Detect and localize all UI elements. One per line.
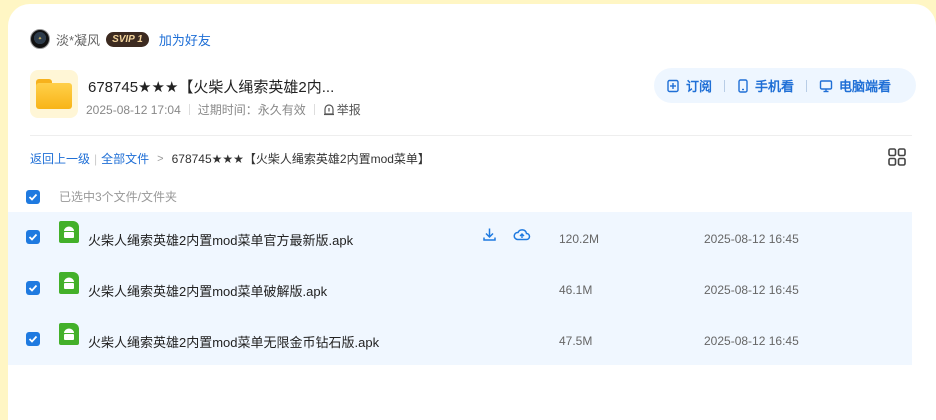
share-title: 678745★★★【火柴人绳索英雄2内...: [88, 79, 335, 96]
pc-view-label: 电脑端看: [839, 79, 892, 94]
file-name[interactable]: 火柴人绳索英雄2内置mod菜单官方最新版.apk: [88, 230, 353, 249]
report-button[interactable]: 举报: [323, 101, 361, 118]
cloud-save-icon[interactable]: [513, 227, 531, 242]
row-checkbox[interactable]: [26, 281, 40, 295]
meta-divider: [188, 104, 190, 115]
mobile-view-button[interactable]: 手机看: [737, 76, 794, 95]
check-icon: [28, 284, 38, 292]
android-icon: [59, 221, 79, 243]
select-all-checkbox[interactable]: [26, 189, 40, 204]
breadcrumb-separator: |: [94, 151, 98, 166]
breadcrumb: 返回上一级 | 全部文件 > 678745★★★【火柴人绳索英雄2内置mod菜单…: [30, 150, 430, 167]
download-icon[interactable]: [482, 227, 497, 242]
file-name[interactable]: 火柴人绳索英雄2内置mod菜单无限金币钻石版.apk: [88, 332, 379, 351]
select-all-row: 已选中3个文件/文件夹: [26, 188, 177, 205]
username: 淡*凝风: [56, 32, 101, 48]
mobile-view-label: 手机看: [755, 79, 795, 94]
subscribe-icon: [667, 79, 679, 92]
back-link[interactable]: 返回上一级: [30, 150, 90, 167]
check-icon: [28, 335, 38, 343]
action-bar: 订阅 手机看 电脑端看: [654, 68, 916, 103]
add-friend-link[interactable]: 加为好友: [159, 30, 211, 49]
row-checkbox[interactable]: [26, 332, 40, 346]
file-date: 2025-08-12 16:45: [704, 283, 799, 297]
action-divider: [806, 79, 808, 92]
report-icon: [323, 103, 334, 115]
table-row[interactable]: 火柴人绳索英雄2内置mod菜单无限金币钻石版.apk 47.5M 2025-08…: [8, 314, 912, 365]
table-row[interactable]: 火柴人绳索英雄2内置mod菜单官方最新版.apk 120.2M 2025-08-…: [8, 212, 912, 263]
file-name[interactable]: 火柴人绳索英雄2内置mod菜单破解版.apk: [88, 281, 327, 300]
file-date: 2025-08-12 16:45: [704, 334, 799, 348]
pc-view-button[interactable]: 电脑端看: [819, 76, 891, 95]
subscribe-button[interactable]: 订阅: [666, 76, 712, 95]
vip-badge: SVIP 1: [106, 31, 149, 47]
file-date: 2025-08-12 16:45: [704, 232, 799, 246]
share-card: ✦ 淡*凝风 SVIP 1 加为好友 678745★★★【火柴人绳索英雄2内..…: [8, 4, 936, 420]
row-checkbox[interactable]: [26, 230, 40, 244]
file-size: 46.1M: [559, 283, 593, 297]
subscribe-label: 订阅: [686, 79, 713, 94]
action-divider: [724, 79, 726, 92]
file-size: 47.5M: [559, 334, 593, 348]
android-icon: [59, 272, 79, 294]
share-meta: 2025-08-12 17:04 过期时间：永久有效 举报: [86, 101, 361, 118]
section-divider: [30, 135, 912, 136]
android-icon: [59, 323, 79, 345]
report-label: 举报: [336, 103, 361, 117]
avatar[interactable]: ✦: [30, 29, 50, 49]
selection-count: 已选中3个文件/文件夹: [59, 190, 178, 204]
chevron-right-icon: >: [157, 152, 164, 165]
expire-time: 过期时间：永久有效: [197, 103, 306, 117]
phone-icon: [738, 78, 748, 93]
share-date: 2025-08-12 17:04: [86, 102, 181, 117]
check-icon: [28, 233, 38, 241]
breadcrumb-current: 678745★★★【火柴人绳索英雄2内置mod菜单】: [171, 152, 430, 166]
file-size: 120.2M: [559, 232, 600, 246]
folder-icon: [30, 70, 78, 118]
check-icon: [28, 193, 38, 201]
all-files-link[interactable]: 全部文件: [101, 150, 149, 167]
user-row: ✦ 淡*凝风 SVIP 1 加为好友: [30, 28, 211, 50]
grid-view-icon[interactable]: [888, 148, 906, 166]
file-list: 火柴人绳索英雄2内置mod菜单官方最新版.apk 120.2M 2025-08-…: [8, 212, 912, 365]
table-row[interactable]: 火柴人绳索英雄2内置mod菜单破解版.apk 46.1M 2025-08-12 …: [8, 263, 912, 314]
meta-divider: [313, 104, 315, 115]
monitor-icon: [819, 79, 833, 92]
